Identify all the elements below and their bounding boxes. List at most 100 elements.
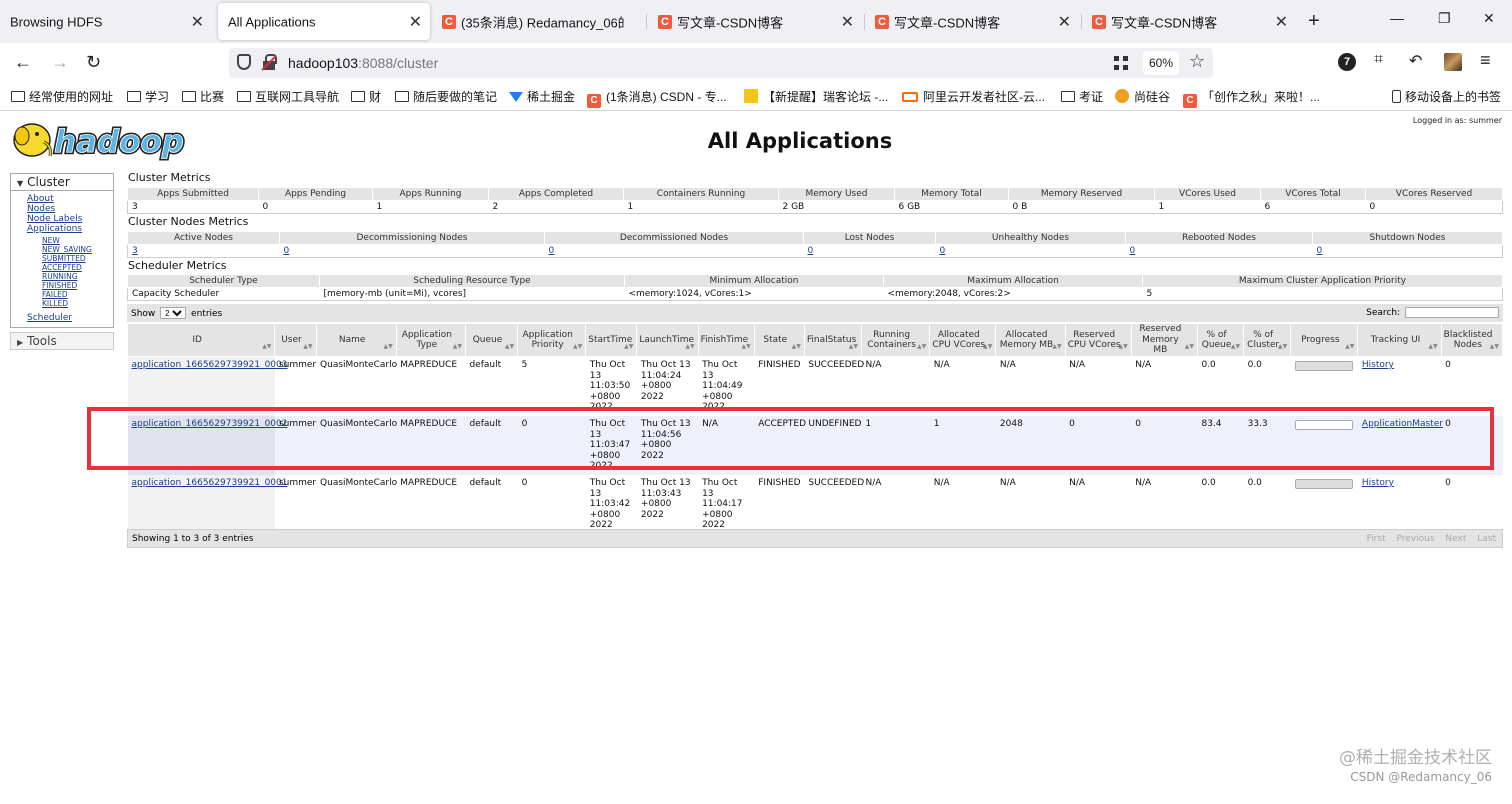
- sidebar-link-scheduler[interactable]: Scheduler: [27, 313, 113, 323]
- metric-value[interactable]: 0: [935, 244, 1126, 258]
- qr-code-icon[interactable]: [1114, 56, 1128, 70]
- state-link-running[interactable]: RUNNING: [42, 272, 113, 281]
- screenshot-crop-icon[interactable]: ⌗: [1374, 51, 1392, 69]
- bookmark-item[interactable]: 随后要做的笔记: [395, 88, 497, 105]
- state-link-new-saving[interactable]: NEW_SAVING: [42, 245, 113, 254]
- metric-value[interactable]: 3: [127, 244, 280, 258]
- sidebar-link-node-labels[interactable]: Node Labels: [27, 214, 113, 224]
- column-header[interactable]: Application Type ▲▼: [395, 323, 466, 357]
- undo-icon[interactable]: ↶: [1409, 51, 1427, 70]
- minimize-icon[interactable]: —: [1390, 10, 1404, 26]
- pager-last[interactable]: Last: [1477, 534, 1496, 544]
- bookmark-item[interactable]: 比赛: [182, 88, 224, 105]
- bookmark-item[interactable]: 财: [351, 88, 381, 105]
- column-header[interactable]: ID ▲▼: [126, 323, 276, 357]
- close-icon[interactable]: ✕: [1275, 12, 1288, 32]
- menu-icon[interactable]: ≡: [1480, 50, 1498, 70]
- column-header[interactable]: % of Queue ▲▼: [1196, 323, 1245, 357]
- state-link-killed[interactable]: KILLED: [42, 299, 113, 308]
- cell-tracking[interactable]: History: [1358, 475, 1441, 534]
- column-header[interactable]: LaunchTime ▲▼: [636, 323, 699, 357]
- new-tab-icon[interactable]: +: [1308, 10, 1320, 33]
- shield-icon[interactable]: [237, 54, 251, 70]
- window-close-icon[interactable]: ✕: [1483, 10, 1495, 27]
- sgg-icon: [1115, 89, 1129, 103]
- column-header[interactable]: Name ▲▼: [315, 323, 397, 357]
- bookmark-item[interactable]: 移动设备上的书签: [1392, 88, 1501, 105]
- bookmark-item[interactable]: 考证: [1061, 88, 1103, 105]
- pager-next[interactable]: Next: [1445, 534, 1466, 544]
- column-header[interactable]: Reserved Memory MB ▲▼: [1130, 323, 1198, 357]
- sidebar-link-applications[interactable]: Applications: [27, 224, 113, 234]
- bookmark-item[interactable]: 稀土掘金: [509, 88, 575, 105]
- forward-icon[interactable]: →: [51, 52, 69, 73]
- column-header[interactable]: Running Containers ▲▼: [861, 323, 931, 357]
- bookmark-item[interactable]: 尚硅谷: [1115, 88, 1170, 105]
- back-icon[interactable]: ←: [14, 52, 32, 73]
- bookmark-item[interactable]: 学习: [127, 88, 169, 105]
- avatar[interactable]: [1444, 53, 1462, 71]
- tab-all-applications[interactable]: All Applications ✕: [218, 3, 430, 40]
- column-header[interactable]: FinalStatus ▲▼: [803, 323, 863, 357]
- column-header[interactable]: User ▲▼: [274, 323, 317, 357]
- zoom-level[interactable]: 60%: [1143, 51, 1179, 75]
- column-header[interactable]: Allocated CPU VCores ▲▼: [929, 323, 997, 357]
- cell-id[interactable]: application_1665629739921_0001: [127, 474, 288, 534]
- column-header[interactable]: Blacklisted Nodes ▲▼: [1440, 323, 1504, 357]
- bookmark-item[interactable]: 【新提醒】瑞客论坛 -...: [744, 88, 888, 105]
- column-header[interactable]: FinishTime ▲▼: [697, 323, 755, 357]
- state-link-submitted[interactable]: SUBMITTED: [42, 254, 113, 263]
- close-icon[interactable]: ✕: [409, 12, 422, 32]
- application-id-link[interactable]: application_1665629739921_0001: [132, 478, 288, 488]
- state-link-accepted[interactable]: ACCEPTED: [42, 263, 113, 272]
- bookmark-item[interactable]: C (1条消息) CSDN - 专...: [587, 88, 727, 108]
- close-icon[interactable]: ✕: [841, 12, 854, 32]
- sidebar-link-nodes[interactable]: Nodes: [27, 204, 113, 214]
- column-header[interactable]: Allocated Memory MB ▲▼: [995, 323, 1066, 357]
- column-header[interactable]: Reserved CPU VCores ▲▼: [1064, 323, 1132, 357]
- pager-first[interactable]: First: [1367, 534, 1386, 544]
- bookmark-item[interactable]: 互联网工具导航: [237, 88, 339, 105]
- application-id-link[interactable]: application_1665629739921_0003: [132, 360, 288, 370]
- state-link-new[interactable]: NEW: [42, 236, 113, 245]
- tab-csdn-write-1[interactable]: C 写文章-CSDN博客 ✕: [650, 0, 862, 43]
- extension-badge-icon[interactable]: 7: [1338, 53, 1356, 71]
- tracking-ui-link[interactable]: History: [1362, 360, 1394, 370]
- folder-icon: [182, 91, 196, 102]
- metric-value[interactable]: 0: [803, 244, 936, 258]
- column-header[interactable]: Tracking UI ▲▼: [1357, 323, 1442, 357]
- column-header[interactable]: State ▲▼: [753, 323, 805, 357]
- column-header[interactable]: StartTime ▲▼: [585, 323, 638, 357]
- metric-value[interactable]: 0: [1312, 244, 1503, 258]
- tab-browsing-hdfs[interactable]: Browsing HDFS ✕: [0, 0, 212, 43]
- sidebar-link-about[interactable]: About: [27, 194, 113, 204]
- cluster-accordion-header[interactable]: ▼ Cluster: [10, 173, 114, 191]
- close-icon[interactable]: ✕: [1058, 12, 1071, 32]
- entries-length-select[interactable]: 20: [160, 307, 187, 319]
- tab-csdn-messages[interactable]: C (35条消息) Redamancy_06的: [434, 0, 644, 43]
- metric-value[interactable]: 0: [279, 244, 545, 258]
- restore-icon[interactable]: ❐: [1438, 10, 1451, 27]
- bookmark-item[interactable]: C 「创作之秋」来啦！...: [1183, 88, 1320, 108]
- bookmark-item[interactable]: 阿里云开发者社区-云...: [902, 88, 1045, 105]
- metric-value[interactable]: 0: [1125, 244, 1313, 258]
- search-input[interactable]: [1405, 307, 1499, 318]
- metric-value[interactable]: 0: [544, 244, 804, 258]
- bookmark-star-icon[interactable]: ☆: [1189, 51, 1205, 72]
- pager-previous[interactable]: Previous: [1396, 534, 1434, 544]
- bookmark-item[interactable]: 经常使用的网址: [11, 88, 113, 105]
- tools-accordion-header[interactable]: ▶ Tools: [10, 332, 114, 350]
- column-header[interactable]: Progress ▲▼: [1290, 323, 1359, 357]
- reload-icon[interactable]: ↻: [86, 52, 101, 73]
- column-header[interactable]: Application Priority ▲▼: [517, 323, 587, 357]
- tab-csdn-write-3[interactable]: C 写文章-CSDN博客 ✕: [1084, 0, 1296, 43]
- tracking-ui-link[interactable]: History: [1362, 478, 1394, 488]
- close-icon[interactable]: ✕: [191, 12, 204, 32]
- column-header[interactable]: % of Cluster ▲▼: [1243, 323, 1292, 357]
- address-bar[interactable]: hadoop103:8088/cluster 60% ☆: [229, 48, 1213, 78]
- column-header[interactable]: Queue ▲▼: [464, 323, 519, 357]
- url-text[interactable]: hadoop103:8088/cluster: [288, 55, 438, 71]
- state-link-failed[interactable]: FAILED: [42, 290, 113, 299]
- tab-csdn-write-2[interactable]: C 写文章-CSDN博客 ✕: [867, 0, 1079, 43]
- state-link-finished[interactable]: FINISHED: [42, 281, 113, 290]
